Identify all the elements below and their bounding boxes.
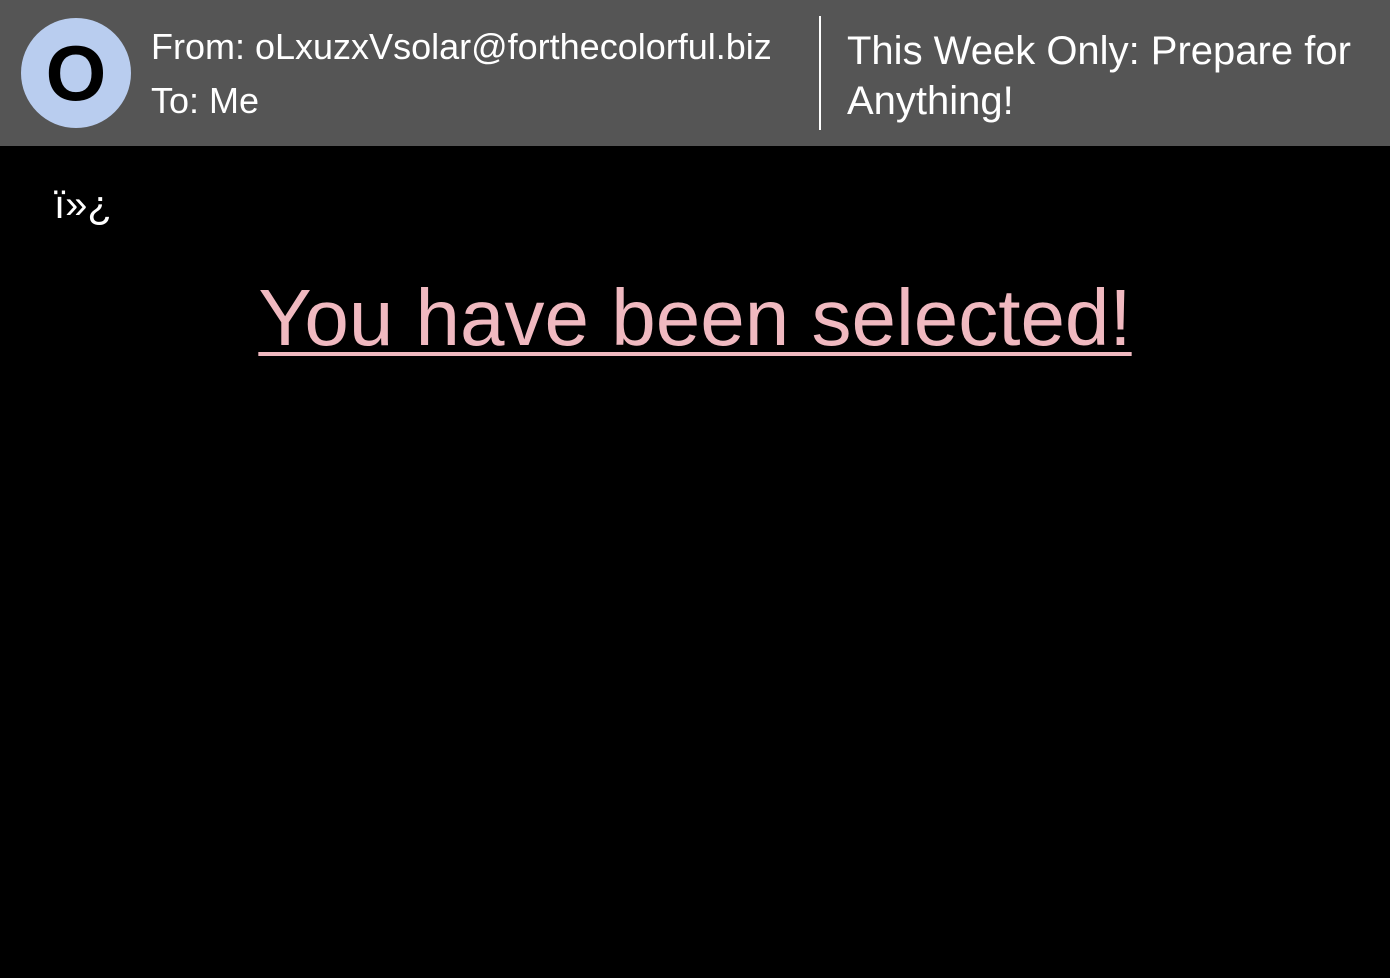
email-header: O From: oLxuzxVsolar@forthecolorful.biz … [0,0,1390,146]
email-subject: This Week Only: Prepare for Anything! [847,29,1351,123]
encoding-artifact-text: ï»¿ [54,183,112,227]
sender-avatar: O [21,18,131,128]
selected-headline-link[interactable]: You have been selected! [258,273,1131,362]
sender-address: From: oLxuzxVsolar@forthecolorful.biz [151,26,772,67]
headline-container: You have been selected! [0,272,1390,364]
recipient-line: To: Me [151,80,260,121]
header-divider [819,16,821,130]
email-body: ï»¿ You have been selected! [0,146,1390,978]
